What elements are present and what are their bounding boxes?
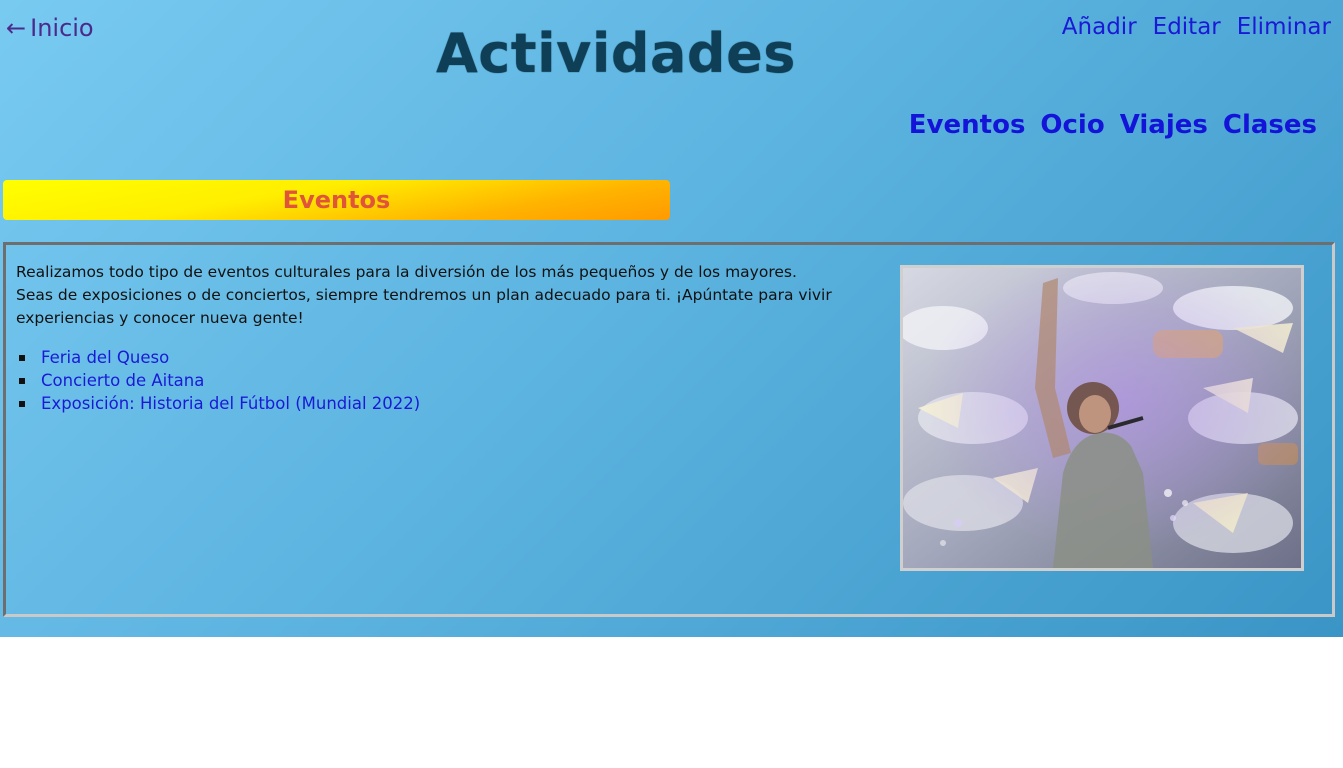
event-link-exposicion-futbol[interactable]: Exposición: Historia del Fútbol (Mundial… xyxy=(41,394,420,413)
event-link-concierto-aitana[interactable]: Concierto de Aitana xyxy=(41,371,204,390)
nav-item-viajes[interactable]: Viajes xyxy=(1120,110,1208,140)
page-background: ← Inicio Actividades Añadir Editar Elimin… xyxy=(0,0,1343,637)
section-description: Realizamos todo tipo de eventos cultural… xyxy=(16,263,832,327)
nav-item-ocio[interactable]: Ocio xyxy=(1040,110,1104,140)
delete-link[interactable]: Eliminar xyxy=(1237,14,1331,40)
add-link[interactable]: Añadir xyxy=(1062,14,1137,40)
list-item: Concierto de Aitana xyxy=(16,369,420,392)
back-home-label: Inicio xyxy=(30,14,94,42)
collage-illustration xyxy=(903,268,1301,568)
events-collage-image xyxy=(900,265,1304,571)
list-item: Feria del Queso xyxy=(16,346,420,369)
nav-item-eventos[interactable]: Eventos xyxy=(909,110,1026,140)
section-heading-banner: Eventos xyxy=(3,180,670,220)
page-title: Actividades xyxy=(436,22,796,85)
event-link-feria-del-queso[interactable]: Feria del Queso xyxy=(41,348,169,367)
admin-menu: Añadir Editar Eliminar xyxy=(1062,14,1331,40)
event-list: Feria del Queso Concierto de Aitana Expo… xyxy=(16,346,420,415)
edit-link[interactable]: Editar xyxy=(1153,14,1221,40)
back-arrow-icon: ← xyxy=(6,14,27,42)
back-home-link[interactable]: ← Inicio xyxy=(6,14,94,42)
main-nav: Eventos Ocio Viajes Clases xyxy=(909,110,1317,140)
nav-item-clases[interactable]: Clases xyxy=(1223,110,1317,140)
content-panel: Realizamos todo tipo de eventos cultural… xyxy=(3,242,1335,617)
section-heading: Eventos xyxy=(282,186,391,214)
list-item: Exposición: Historia del Fútbol (Mundial… xyxy=(16,392,420,415)
